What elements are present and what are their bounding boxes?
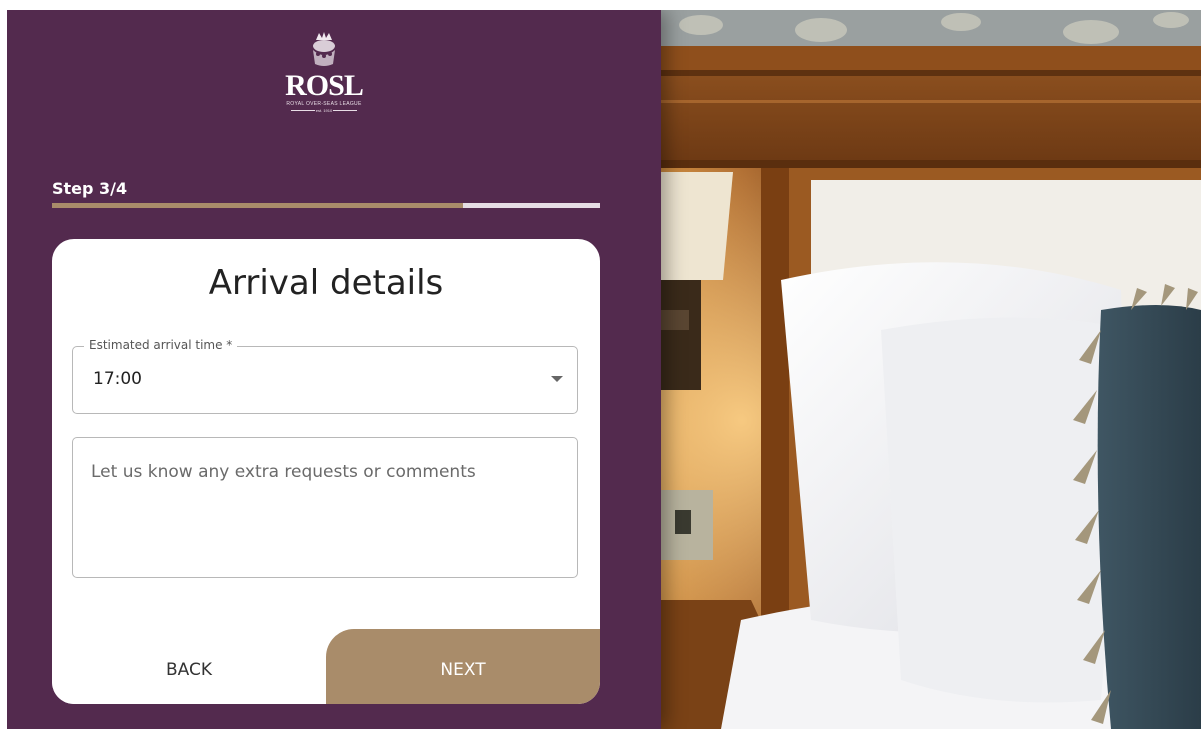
hotel-bed-image [661, 10, 1201, 729]
crest-icon [313, 32, 335, 66]
logo-est-line: est. 1910 [279, 108, 369, 114]
arrival-time-value: 17:00 [93, 369, 142, 389]
progress-bar [52, 203, 600, 208]
logo-subtitle: ROYAL OVER-SEAS LEAGUE [286, 101, 362, 107]
logo-divider-right [333, 110, 358, 112]
logo-divider-left [290, 110, 315, 112]
next-button[interactable]: NEXT [326, 629, 600, 704]
step-indicator: Step 3/4 [52, 179, 128, 198]
app-frame: ROSL ROYAL OVER-SEAS LEAGUE est. 1910 St… [7, 10, 1201, 729]
chevron-down-icon[interactable] [551, 376, 563, 382]
booking-panel: ROSL ROYAL OVER-SEAS LEAGUE est. 1910 St… [7, 10, 661, 729]
rosl-logo: ROSL ROYAL OVER-SEAS LEAGUE est. 1910 [279, 30, 369, 130]
arrival-time-label: Estimated arrival time * [84, 338, 238, 352]
comments-textarea[interactable] [72, 437, 578, 578]
logo-wordmark: ROSL [285, 69, 364, 102]
logo-est-text: est. 1910 [315, 108, 333, 113]
hotel-bed-photo [661, 10, 1201, 729]
arrival-time-select[interactable]: Estimated arrival time * 17:00 [72, 338, 578, 414]
back-button[interactable]: BACK [52, 629, 326, 704]
progress-bar-fill [52, 203, 463, 208]
arrival-form-card: Arrival details Estimated arrival time *… [52, 239, 600, 704]
page-title: Arrival details [208, 263, 444, 303]
